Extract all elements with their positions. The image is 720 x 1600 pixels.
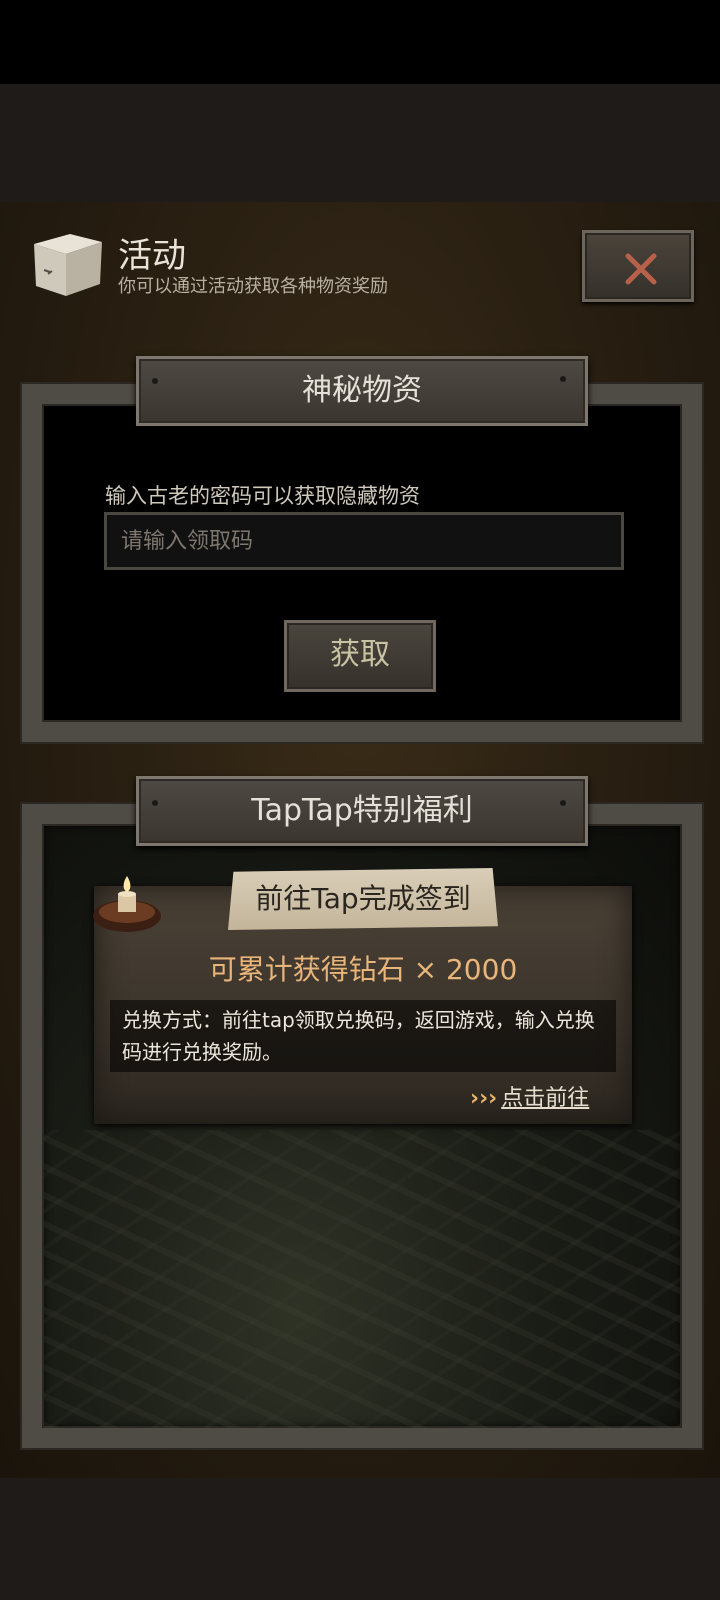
code-hint: 输入古老的密码可以获取隐藏物资 [105,484,420,508]
redeem-method-text: 兑换方式：前往tap领取兑换码，返回游戏，输入兑换码进行兑换奖励。 [110,1000,616,1072]
taptap-benefit-title: TapTap特别福利 [136,776,588,846]
close-icon [625,253,657,285]
background-debris-art [44,1130,680,1428]
nail [560,800,566,806]
nail [152,800,158,806]
diamond-reward-text: 可累计获得钻石 × 2000 [208,953,518,986]
go-link-label: 点击前往 [501,1086,590,1111]
nail [152,378,158,384]
box-icon [34,234,102,296]
page-title: 活动 [118,236,186,276]
go-link[interactable]: ››› 点击前往 [470,1080,589,1112]
mystery-supplies-title: 神秘物资 [136,356,588,426]
redeem-code-input[interactable] [104,512,624,570]
nail [560,376,566,382]
candle-icon [93,876,161,932]
close-button[interactable] [582,230,694,302]
get-button[interactable]: 获取 [284,620,436,692]
bottom-band [0,1478,720,1600]
checkin-tag: 前往Tap完成签到 [228,868,498,930]
page-subtitle: 你可以通过活动获取各种物资奖励 [118,276,388,297]
chevrons-icon: ››› [470,1086,498,1111]
top-band [0,84,720,202]
